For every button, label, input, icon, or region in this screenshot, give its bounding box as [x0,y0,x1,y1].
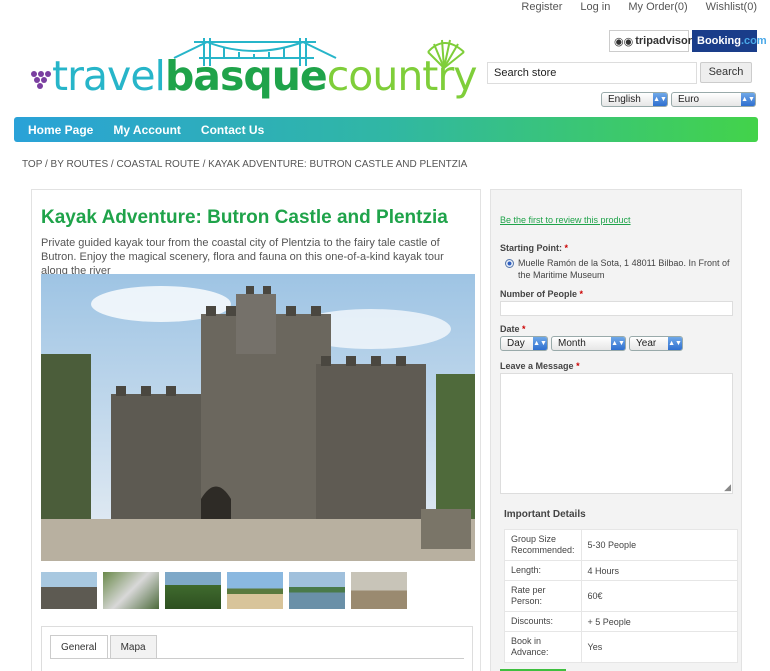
day-select[interactable]: Day ▲▼ [500,336,548,351]
table-row: Length: 4 Hours [504,560,739,581]
starting-point-label: Starting Point: * [500,243,569,253]
tripadvisor-badge[interactable]: ◉◉ tripadvisor [609,30,692,52]
month-select[interactable]: Month ▲▼ [551,336,626,351]
site-logo[interactable]: travelbasquecountry [24,30,477,110]
select-arrows-icon: ▲▼ [668,337,682,350]
product-panel: Kayak Adventure: Butron Castle and Plent… [31,189,481,671]
register-link[interactable]: Register [521,1,562,13]
product-tabs: General Mapa [50,635,159,659]
thumbnail-strip [41,572,407,609]
thumbnail-beach[interactable] [227,572,283,609]
message-textarea[interactable]: ◢ [500,373,733,494]
select-arrows-icon: ▲▼ [611,337,625,350]
thumbnail-shore[interactable] [351,572,407,609]
language-select[interactable]: English ▲▼ [601,92,668,107]
product-description: Private guided kayak tour from the coast… [41,237,444,277]
top-links: Register Log in My Order(0) Wishlist(0) [521,1,757,13]
tab-general[interactable]: General [50,635,108,659]
booking-badge[interactable]: Booking .com [692,30,767,52]
table-row: Discounts: + 5 People [504,611,739,632]
starting-point-value: Muelle Ramón de la Sota, 1 48011 Bilbao.… [518,258,730,280]
my-order-link[interactable]: My Order(0) [628,1,687,13]
resize-handle-icon[interactable]: ◢ [724,482,731,493]
review-link[interactable]: Be the first to review this product [500,215,631,225]
select-arrows-icon: ▲▼ [533,337,547,350]
booking-panel: Be the first to review this product Star… [490,189,742,671]
logo-text: travelbasquecountry [52,52,477,100]
nav-my-account[interactable]: My Account [113,123,181,137]
tab-divider [50,658,464,659]
partner-badges: ◉◉ tripadvisor Booking .com [609,30,767,52]
important-details-heading: Important Details [504,509,586,520]
search-button[interactable]: Search [700,62,752,83]
table-row: Book in Advance: Yes [504,631,739,663]
currency-select[interactable]: Euro ▲▼ [671,92,756,107]
thumbnail-castle[interactable] [41,572,97,609]
breadcrumb[interactable]: TOP / BY ROUTES / COASTAL ROUTE / KAYAK … [22,159,467,170]
date-label: Date * [500,324,526,334]
search-input[interactable] [487,62,697,84]
table-row: Group Size Recommended: 5-30 People [504,529,739,561]
important-details-table: Group Size Recommended: 5-30 People Lengt… [504,529,739,663]
year-select[interactable]: Year ▲▼ [629,336,683,351]
product-tabs-box: General Mapa [41,626,473,671]
wishlist-link[interactable]: Wishlist(0) [706,1,757,13]
nav-contact-us[interactable]: Contact Us [201,123,264,137]
main-nav: Home Page My Account Contact Us [14,117,758,142]
thumbnail-sign[interactable] [103,572,159,609]
thumbnail-forest[interactable] [165,572,221,609]
select-arrows-icon: ▲▼ [653,93,667,106]
people-input[interactable] [500,301,733,316]
select-arrows-icon: ▲▼ [741,93,755,106]
table-row: Rate per Person: 60€ [504,580,739,612]
message-label: Leave a Message * [500,361,580,371]
product-title: Kayak Adventure: Butron Castle and Plent… [41,207,448,228]
castle-photo [41,274,475,561]
starting-point-radio[interactable] [505,259,514,268]
thumbnail-boats[interactable] [289,572,345,609]
product-main-image[interactable] [41,274,475,561]
owl-icon: ◉◉ [614,35,634,48]
people-label: Number of People * [500,289,584,299]
nav-home[interactable]: Home Page [28,123,93,137]
tab-mapa[interactable]: Mapa [109,635,157,659]
login-link[interactable]: Log in [580,1,610,13]
